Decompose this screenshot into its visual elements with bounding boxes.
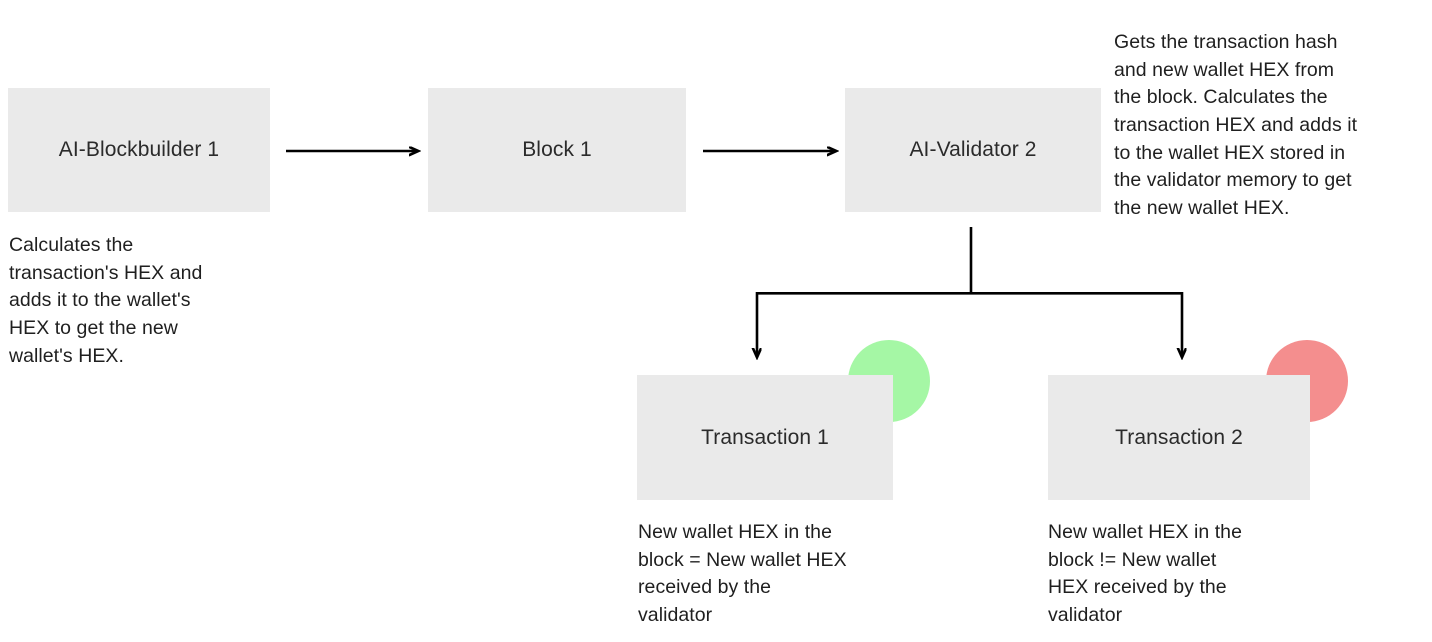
node-transaction-1[interactable]: Transaction 1 [637, 375, 893, 500]
node-validator[interactable]: AI-Validator 2 [845, 88, 1101, 212]
node-block-label: Block 1 [522, 138, 592, 162]
arrow-validator-to-transaction-2 [971, 292, 1182, 357]
note-transaction-1: New wallet HEX in the block = New wallet… [638, 521, 847, 627]
node-transaction-2[interactable]: Transaction 2 [1048, 375, 1310, 500]
note-blockbuilder: Calculates the transaction's HEX and add… [9, 234, 203, 367]
node-transaction-1-label: Transaction 1 [701, 425, 829, 449]
node-block[interactable]: Block 1 [428, 88, 686, 212]
node-blockbuilder[interactable]: AI-Blockbuilder 1 [8, 88, 270, 212]
node-validator-label: AI-Validator 2 [909, 138, 1037, 162]
note-transaction-2: New wallet HEX in the block != New walle… [1048, 521, 1242, 627]
note-validator: Gets the transaction hash and new wallet… [1114, 31, 1358, 220]
diagram-canvas: AI-Blockbuilder 1 Block 1 AI-Validator 2… [0, 0, 1432, 642]
node-transaction-2-label: Transaction 2 [1115, 425, 1243, 449]
node-blockbuilder-label: AI-Blockbuilder 1 [58, 138, 220, 162]
